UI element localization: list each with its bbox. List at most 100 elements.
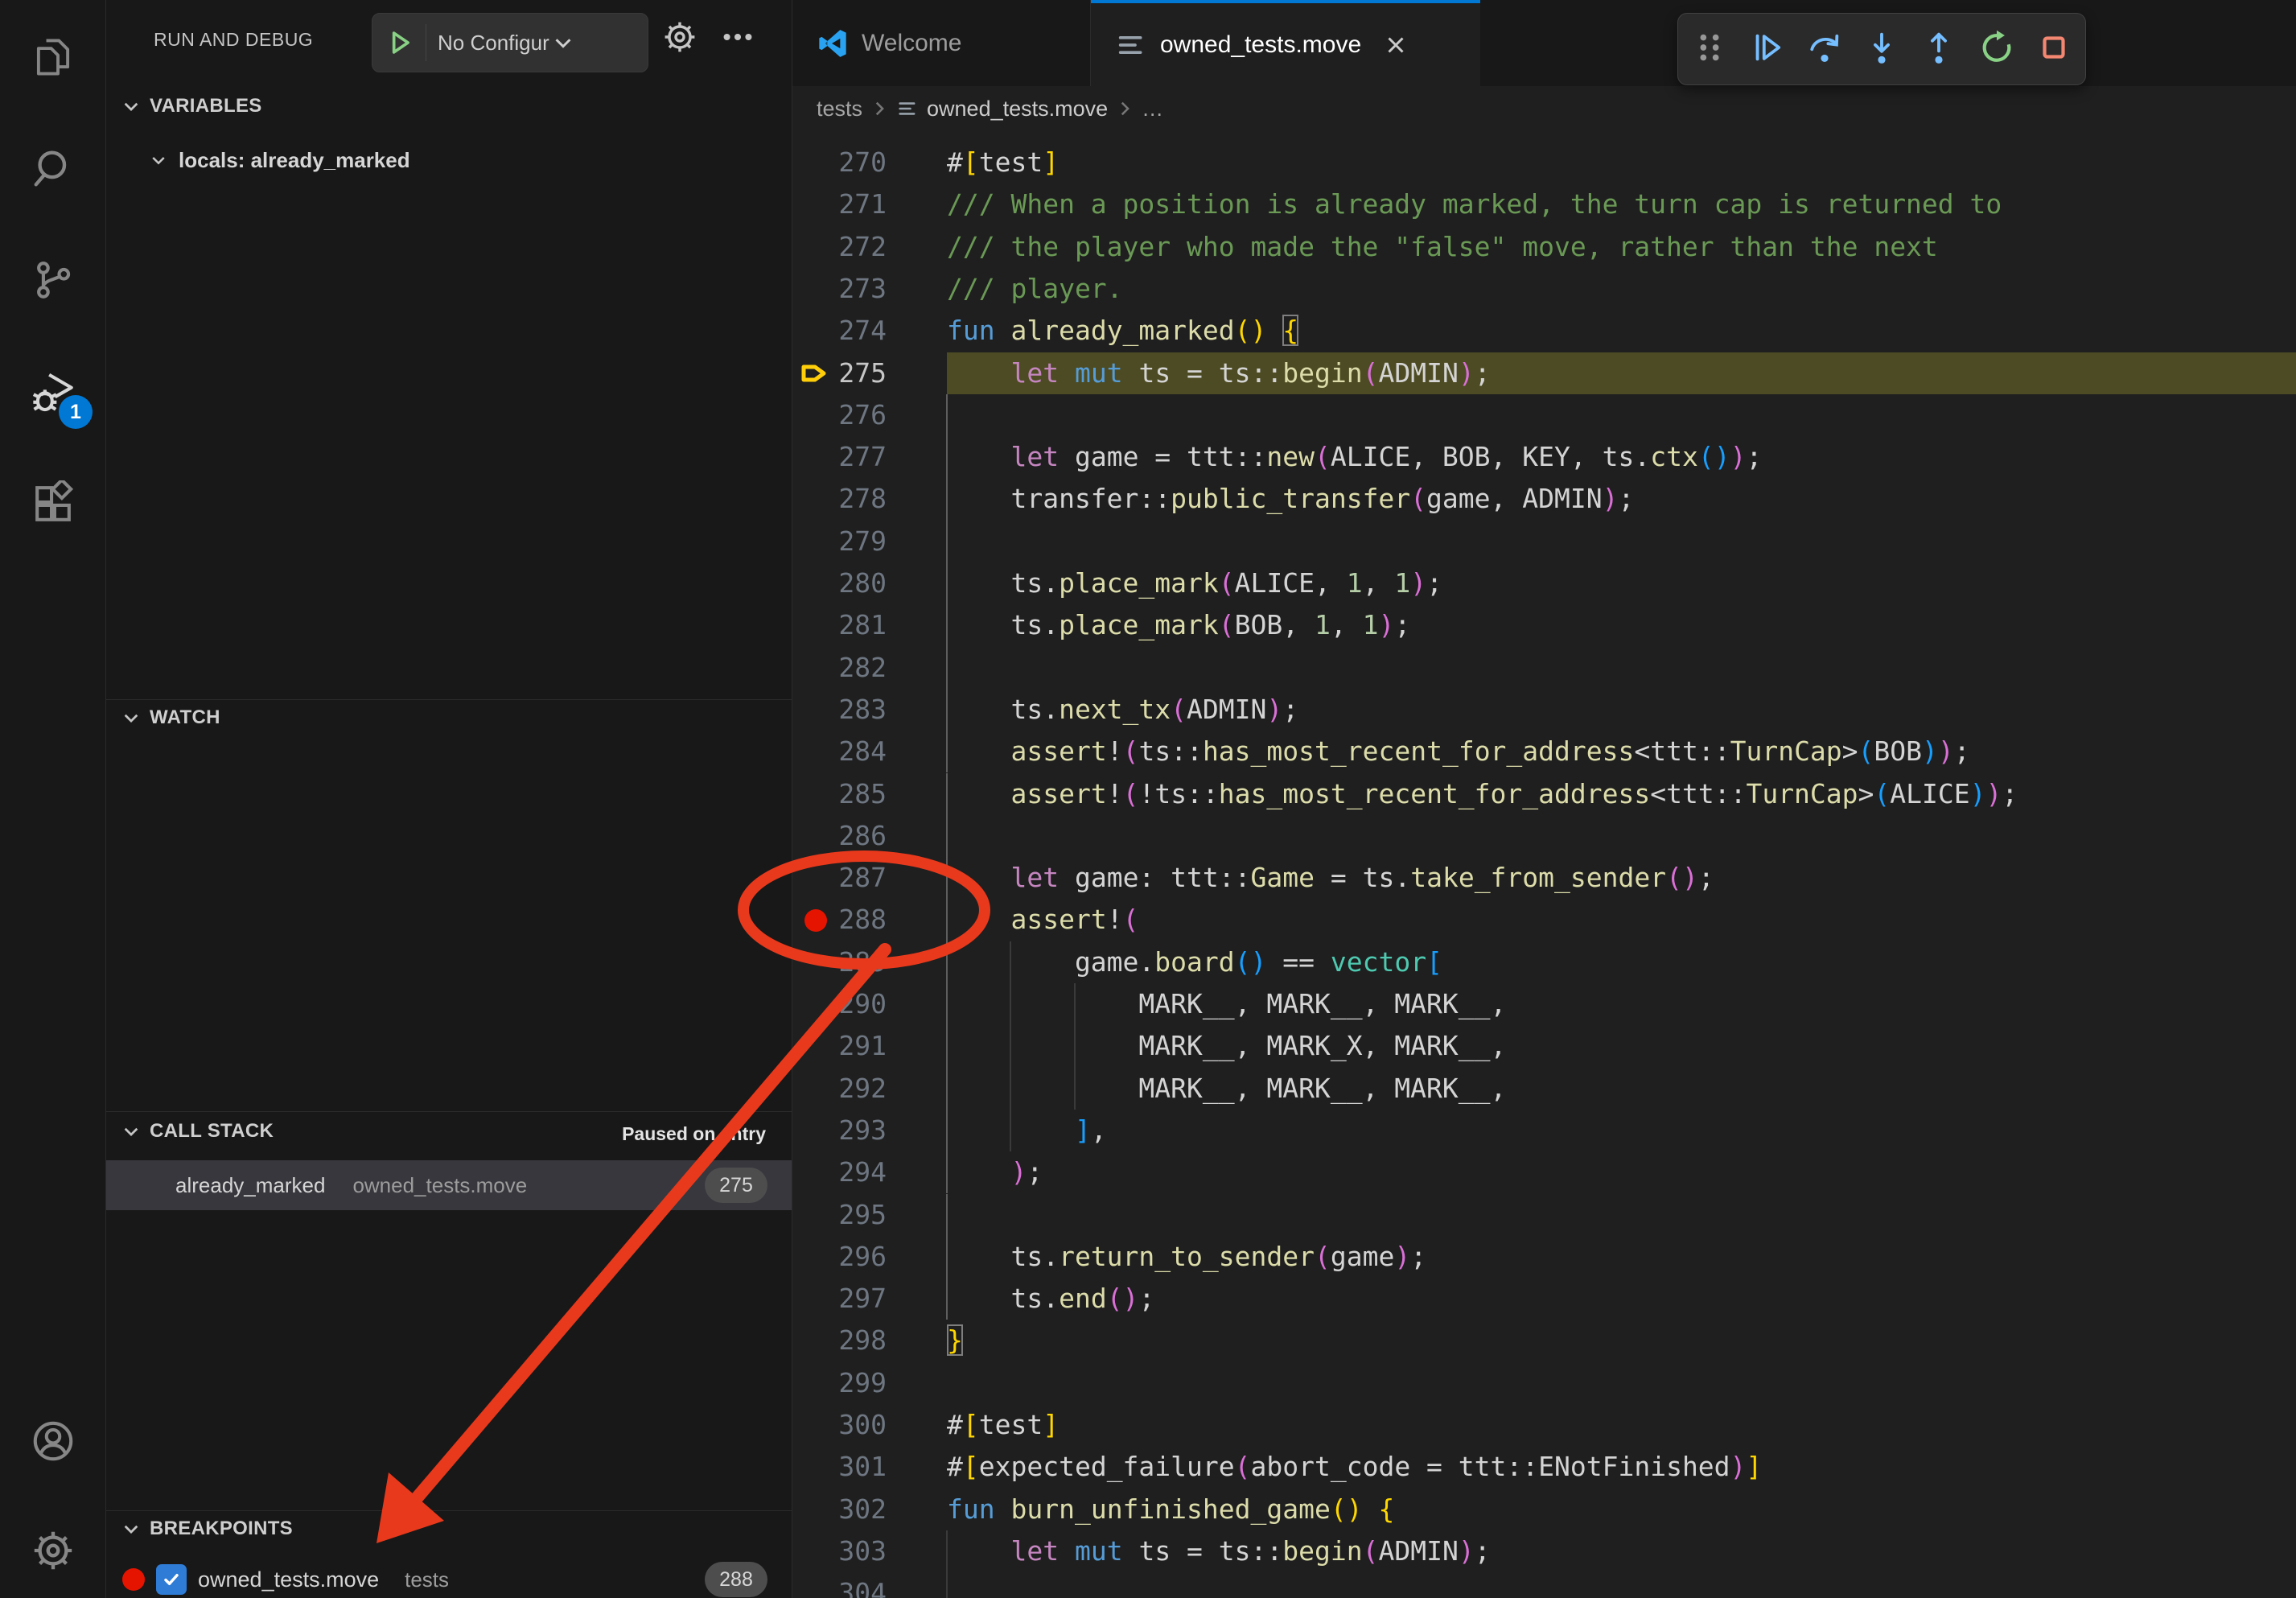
code-line-277[interactable]: 277 let game = ttt::new(ALICE, BOB, KEY,… [792, 436, 2296, 478]
line-number[interactable]: 297 [792, 1278, 887, 1320]
line-number[interactable]: 281 [792, 604, 887, 646]
activity-item-run-and-debug[interactable]: 1 [0, 347, 105, 442]
breakpoint-row[interactable]: owned_tests.move tests 288 [106, 1555, 792, 1598]
code-line-286[interactable]: 286 [792, 815, 2296, 857]
variables-section-header[interactable]: VARIABLES [121, 95, 262, 117]
line-number[interactable]: 273 [792, 268, 887, 310]
stop-button[interactable] [2028, 23, 2080, 75]
code-line-276[interactable]: 276 [792, 394, 2296, 436]
code-line-273[interactable]: 273/// player. [792, 268, 2296, 310]
code-line-270[interactable]: 270#[test] [792, 142, 2296, 183]
code-line-282[interactable]: 282 [792, 647, 2296, 689]
line-number[interactable]: 289 [792, 941, 887, 983]
code-line-285[interactable]: 285 assert!(!ts::has_most_recent_for_add… [792, 773, 2296, 815]
line-number[interactable]: 303 [792, 1530, 887, 1572]
line-number[interactable]: 286 [792, 815, 887, 857]
activity-item-settings[interactable] [0, 1505, 105, 1598]
breadcrumb-folder[interactable]: tests [817, 97, 862, 121]
breakpoints-section-header[interactable]: BREAKPOINTS [121, 1518, 293, 1540]
code-line-281[interactable]: 281 ts.place_mark(BOB, 1, 1); [792, 604, 2296, 646]
code-line-302[interactable]: 302fun burn_unfinished_game() { [792, 1489, 2296, 1530]
line-number[interactable]: 296 [792, 1236, 887, 1278]
code-line-296[interactable]: 296 ts.return_to_sender(game); [792, 1236, 2296, 1278]
activity-item-explorer[interactable] [0, 11, 105, 106]
line-number[interactable]: 301 [792, 1446, 887, 1488]
step-out-button[interactable] [1913, 23, 1965, 75]
code-line-293[interactable]: 293 ], [792, 1110, 2296, 1151]
continue-button[interactable] [1742, 23, 1793, 75]
line-number[interactable]: 277 [792, 436, 887, 478]
line-number[interactable]: 288 [792, 899, 887, 941]
activity-item-search[interactable] [0, 124, 105, 219]
code-line-278[interactable]: 278 transfer::public_transfer(game, ADMI… [792, 478, 2296, 520]
code-line-304[interactable]: 304 [792, 1572, 2296, 1598]
code-line-292[interactable]: 292 MARK__, MARK__, MARK__, [792, 1068, 2296, 1110]
restart-button[interactable] [1971, 23, 2022, 75]
watch-section-header[interactable]: WATCH [121, 706, 220, 729]
line-number[interactable]: 276 [792, 394, 887, 436]
start-debug-icon[interactable] [382, 25, 418, 60]
more-actions-icon[interactable] [719, 19, 756, 56]
line-number[interactable]: 270 [792, 142, 887, 183]
line-number[interactable]: 282 [792, 647, 887, 689]
line-number[interactable]: 302 [792, 1489, 887, 1530]
line-number[interactable]: 298 [792, 1320, 887, 1361]
call-stack-frame-row[interactable]: already_marked owned_tests.move 275 [106, 1160, 792, 1210]
drag-handle-button[interactable] [1684, 23, 1735, 75]
breakpoint-checkbox[interactable] [156, 1564, 187, 1595]
tab-owned-tests-move[interactable]: owned_tests.move [1091, 0, 1480, 87]
close-icon[interactable] [1382, 31, 1409, 59]
code-line-283[interactable]: 283 ts.next_tx(ADMIN); [792, 689, 2296, 731]
line-number[interactable]: 285 [792, 773, 887, 815]
line-number[interactable]: 280 [792, 562, 887, 604]
code-line-279[interactable]: 279 [792, 521, 2296, 562]
line-number[interactable]: 287 [792, 857, 887, 899]
line-number[interactable]: 294 [792, 1151, 887, 1193]
line-number[interactable]: 292 [792, 1068, 887, 1110]
code-line-284[interactable]: 284 assert!(ts::has_most_recent_for_addr… [792, 731, 2296, 772]
code-line-299[interactable]: 299 [792, 1362, 2296, 1404]
code-line-297[interactable]: 297 ts.end(); [792, 1278, 2296, 1320]
line-number[interactable]: 272 [792, 226, 887, 268]
code-line-289[interactable]: 289 game.board() == vector[ [792, 941, 2296, 983]
code-line-271[interactable]: 271/// When a position is already marked… [792, 183, 2296, 225]
code-line-288[interactable]: 288 assert!( [792, 899, 2296, 941]
line-number[interactable]: 283 [792, 689, 887, 731]
code-line-294[interactable]: 294 ); [792, 1151, 2296, 1193]
line-number[interactable]: 295 [792, 1194, 887, 1236]
step-into-button[interactable] [1856, 23, 1907, 75]
gear-icon[interactable] [661, 19, 698, 56]
tab-welcome[interactable]: Welcome [792, 0, 1091, 86]
breadcrumb-file[interactable]: owned_tests.move [927, 97, 1108, 121]
variables-locals-row[interactable]: locals: already_marked [106, 135, 792, 185]
step-over-button[interactable] [1799, 23, 1850, 75]
code-line-280[interactable]: 280 ts.place_mark(ALICE, 1, 1); [792, 562, 2296, 604]
line-number[interactable]: 290 [792, 983, 887, 1025]
code-line-301[interactable]: 301#[expected_failure(abort_code = ttt::… [792, 1446, 2296, 1488]
activity-item-extensions[interactable] [0, 458, 105, 553]
line-number[interactable]: 274 [792, 310, 887, 352]
code-line-287[interactable]: 287 let game: ttt::Game = ts.take_from_s… [792, 857, 2296, 899]
breadcrumb-symbol[interactable]: … [1142, 97, 1163, 121]
activity-item-source-control[interactable] [0, 234, 105, 329]
line-number[interactable]: 275 [792, 352, 887, 394]
code-line-295[interactable]: 295 [792, 1194, 2296, 1236]
line-number[interactable]: 279 [792, 521, 887, 562]
line-number[interactable]: 304 [792, 1572, 887, 1598]
line-number[interactable]: 291 [792, 1025, 887, 1067]
code-line-300[interactable]: 300#[test] [792, 1404, 2296, 1446]
line-number[interactable]: 293 [792, 1110, 887, 1151]
activity-item-accounts[interactable] [0, 1395, 105, 1490]
code-line-274[interactable]: 274fun already_marked() { [792, 310, 2296, 352]
code-line-275[interactable]: 275 let mut ts = ts::begin(ADMIN); [792, 352, 2296, 394]
line-number[interactable]: 284 [792, 731, 887, 772]
line-number[interactable]: 271 [792, 183, 887, 225]
code-line-291[interactable]: 291 MARK__, MARK_X, MARK__, [792, 1025, 2296, 1067]
code-line-303[interactable]: 303 let mut ts = ts::begin(ADMIN); [792, 1530, 2296, 1572]
call-stack-section-header[interactable]: CALL STACK [121, 1120, 274, 1143]
line-number[interactable]: 278 [792, 478, 887, 520]
code-line-272[interactable]: 272/// the player who made the "false" m… [792, 226, 2296, 268]
line-number[interactable]: 299 [792, 1362, 887, 1404]
line-number[interactable]: 300 [792, 1404, 887, 1446]
code-line-290[interactable]: 290 MARK__, MARK__, MARK__, [792, 983, 2296, 1025]
